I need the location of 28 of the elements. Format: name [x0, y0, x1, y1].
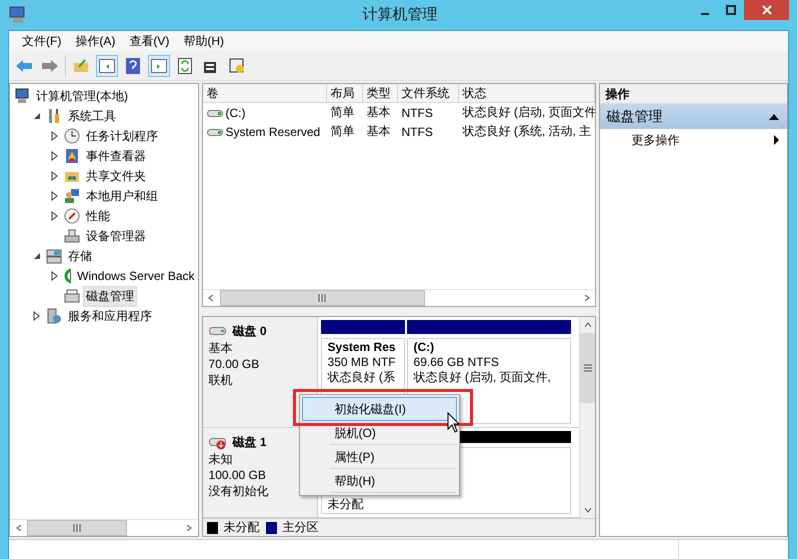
partition-name: System Res	[328, 340, 397, 355]
legend-label: 主分区	[282, 519, 319, 536]
disk-type: 基本	[208, 341, 234, 356]
table-cell: 基本	[366, 123, 391, 140]
disk-status: 没有初始化	[208, 484, 270, 499]
table-cell: NTFS	[402, 124, 433, 138]
disk-status: 联机	[208, 373, 234, 388]
disk-name: 磁盘 0	[232, 323, 267, 340]
table-cell: NTFS	[402, 106, 433, 120]
table-cell: 简单	[330, 123, 355, 140]
table-cell: (C:)	[226, 106, 246, 120]
partition-size: 350 MB NTF	[328, 355, 397, 370]
table-cell: 简单	[330, 104, 355, 121]
table-cell: 基本	[366, 104, 391, 121]
table-cell: 状态良好 (系统, 活动, 主	[462, 123, 592, 140]
disk-name: 磁盘 1	[232, 434, 267, 451]
partition-name: (C:)	[414, 340, 436, 355]
partition-status: 状态良好 (系	[328, 370, 396, 385]
actions-header: 操作	[600, 84, 787, 104]
partition-status: 未分配	[328, 497, 365, 512]
table-cell: System Reserved	[226, 124, 320, 138]
disk-size: 100.00 GB	[208, 468, 267, 483]
disk-type: 未知	[208, 452, 234, 467]
disk-size: 70.00 GB	[208, 357, 260, 372]
partition-status: 状态良好 (启动, 页面文件,	[414, 370, 552, 385]
window-title: 计算机管理	[362, 5, 438, 25]
partition-size: 69.66 GB NTFS	[414, 355, 500, 370]
legend-label: 未分配	[224, 519, 260, 536]
